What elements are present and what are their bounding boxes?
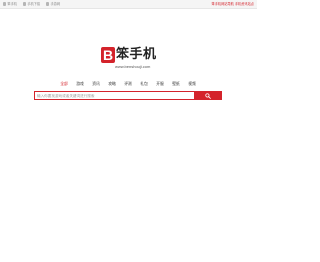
- phone-icon: [3, 2, 7, 6]
- top-link-label: 手机下载: [27, 2, 41, 6]
- tab-all[interactable]: 全部: [56, 81, 72, 87]
- top-link-games[interactable]: 手游网: [46, 1, 60, 7]
- search-tabs: 全部 游戏 资讯 攻略 评测 礼包 开服 壁纸 视频: [56, 81, 200, 87]
- gamepad-icon: [46, 2, 50, 6]
- tab-gifts[interactable]: 礼包: [136, 81, 152, 87]
- search-button[interactable]: [194, 91, 222, 100]
- search-bar: [34, 91, 222, 100]
- site-logo[interactable]: B 笨手机 www.benshouji.com: [101, 47, 161, 73]
- download-icon: [22, 2, 27, 6]
- logo-url: www.benshouji.com: [115, 64, 151, 69]
- tab-servers[interactable]: 开服: [152, 81, 168, 87]
- top-link-label: 手游网: [50, 2, 61, 6]
- top-link-download[interactable]: 手机下载: [22, 1, 41, 7]
- tab-news[interactable]: 资讯: [88, 81, 104, 87]
- tab-games[interactable]: 游戏: [72, 81, 88, 87]
- search-input[interactable]: [34, 91, 194, 100]
- top-bar: 笨手机 手机下载 手游网 笨手机网站导航 手机资讯站点: [0, 0, 257, 9]
- tab-guides[interactable]: 攻略: [104, 81, 120, 87]
- logo-name: 笨手机: [116, 47, 157, 62]
- search-icon: [205, 92, 211, 99]
- tab-wallpapers[interactable]: 壁纸: [168, 81, 184, 87]
- logo-mark: B: [101, 47, 115, 63]
- top-links: 笨手机 手机下载 手游网: [3, 1, 60, 7]
- tab-videos[interactable]: 视频: [184, 81, 200, 87]
- top-right-link[interactable]: 笨手机网站导航 手机资讯站点: [212, 1, 254, 7]
- top-link-home[interactable]: 笨手机: [3, 1, 17, 7]
- tab-reviews[interactable]: 评测: [120, 81, 136, 87]
- top-link-label: 笨手机: [7, 2, 17, 6]
